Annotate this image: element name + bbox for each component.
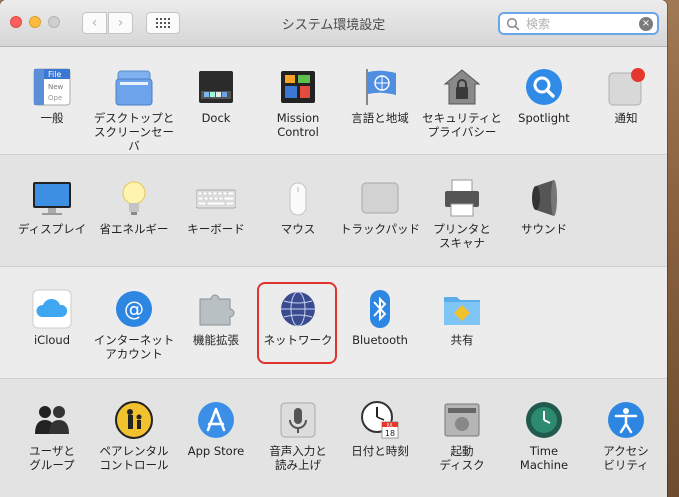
desktop-screensaver-icon — [114, 67, 154, 107]
pane-time-machine[interactable]: Time Machine — [503, 384, 585, 480]
dictation-speech-icon — [278, 400, 318, 440]
accessibility-icon — [606, 400, 646, 440]
pane-internet-accounts[interactable]: @ インターネット アカウント — [93, 273, 175, 369]
pane-startup-disk[interactable]: 起動 ディスク — [421, 384, 503, 480]
time-machine-icon — [524, 400, 564, 440]
pane-notifications[interactable]: 通知 — [585, 51, 667, 147]
pane-label: ディスプレイ — [17, 222, 87, 236]
pane-security-privacy[interactable]: セキュリティと プライバシー — [421, 51, 503, 147]
pane-dictation-speech[interactable]: 音声入力と 読み上げ — [257, 384, 339, 480]
sound-icon — [524, 178, 564, 218]
title-bar: ‹ › システム環境設定 × — [0, 0, 667, 47]
bluetooth-icon — [360, 289, 400, 329]
users-groups-icon — [32, 400, 72, 440]
pane-label: Time Machine — [519, 444, 569, 472]
pane-label: 起動 ディスク — [439, 444, 485, 472]
network-highlight-box — [257, 282, 337, 364]
pane-label: App Store — [187, 444, 245, 458]
pane-label: プリンタと スキャナ — [433, 222, 491, 250]
pane-printers-scanners[interactable]: プリンタと スキャナ — [421, 162, 503, 258]
pane-label: サウンド — [521, 222, 567, 236]
pane-mission-control[interactable]: Mission Control — [257, 51, 339, 147]
pane-dock[interactable]: Dock — [175, 51, 257, 147]
pane-label: 通知 — [614, 111, 638, 125]
pane-parental-controls[interactable]: ペアレンタル コントロール — [93, 384, 175, 480]
app-store-icon — [196, 400, 236, 440]
extensions-icon — [196, 289, 236, 329]
pane-label: 機能拡張 — [193, 333, 239, 347]
pane-icloud[interactable]: iCloud — [11, 273, 93, 369]
language-region-icon — [360, 67, 400, 107]
pane-date-time[interactable]: JUL 18 日付と時刻 — [339, 384, 421, 480]
pane-mouse[interactable]: マウス — [257, 162, 339, 258]
printer-icon — [442, 178, 482, 218]
pane-extensions[interactable]: 機能拡張 — [175, 273, 257, 369]
pane-label: Dock — [201, 111, 231, 125]
pane-label: マウス — [280, 222, 316, 236]
pane-app-store[interactable]: App Store — [175, 384, 257, 480]
search-field[interactable]: × — [498, 12, 659, 35]
pane-trackpad[interactable]: トラックパッド — [339, 162, 421, 258]
sharing-icon — [442, 289, 482, 329]
pane-label: 日付と時刻 — [351, 444, 409, 458]
pane-label: Spotlight — [518, 111, 570, 125]
system-preferences-window: ‹ › システム環境設定 × File New Ope 一般 — [0, 0, 667, 497]
pane-label: キーボード — [187, 222, 245, 236]
svg-text:@: @ — [124, 297, 144, 321]
pane-label: Bluetooth — [352, 333, 408, 347]
pane-users-groups[interactable]: ユーザと グループ — [11, 384, 93, 480]
energy-saver-icon — [114, 178, 154, 218]
trackpad-icon — [360, 178, 400, 218]
notifications-icon — [606, 67, 646, 107]
pane-label: 共有 — [450, 333, 474, 347]
dock-icon — [196, 67, 236, 107]
pane-label: 一般 — [40, 111, 64, 125]
general-icon: File New Ope — [32, 67, 72, 107]
general-icon-open-text: Ope — [48, 94, 62, 102]
pane-energy-saver[interactable]: 省エネルギー — [93, 162, 175, 258]
pane-label: Mission Control — [276, 111, 320, 139]
mission-control-icon — [278, 67, 318, 107]
security-privacy-icon — [442, 67, 482, 107]
icloud-icon — [32, 289, 72, 329]
pane-bluetooth[interactable]: Bluetooth — [339, 273, 421, 369]
pane-label: インターネット アカウント — [93, 333, 175, 361]
pane-label: デスクトップと スクリーンセーバ — [93, 111, 175, 153]
pane-general[interactable]: File New Ope 一般 — [11, 51, 93, 147]
pane-spotlight[interactable]: Spotlight — [503, 51, 585, 147]
pane-desktop-screensaver[interactable]: デスクトップと スクリーンセーバ — [93, 51, 175, 153]
general-icon-new-text: New — [48, 83, 64, 91]
pane-language-region[interactable]: 言語と地域 — [339, 51, 421, 147]
search-input[interactable] — [524, 15, 639, 32]
clear-search-icon[interactable]: × — [639, 16, 653, 31]
pane-label: トラックパッド — [340, 222, 420, 236]
pane-label: 音声入力と 読み上げ — [269, 444, 327, 472]
spotlight-icon — [524, 67, 564, 107]
pane-label: アクセシ ビリティ — [603, 444, 649, 472]
pane-keyboard[interactable]: キーボード — [175, 162, 257, 258]
parental-controls-icon — [114, 400, 154, 440]
pane-label: 省エネルギー — [99, 222, 169, 236]
internet-accounts-icon: @ — [114, 289, 154, 329]
pane-label: セキュリティと プライバシー — [422, 111, 502, 139]
search-icon — [506, 17, 520, 30]
pane-label: iCloud — [33, 333, 71, 347]
calendar-month-text: JUL — [386, 423, 394, 428]
pane-label: ユーザと グループ — [29, 444, 75, 472]
general-icon-file-text: File — [48, 70, 61, 79]
pane-sound[interactable]: サウンド — [503, 162, 585, 258]
calendar-day-text: 18 — [385, 429, 395, 438]
pane-displays[interactable]: ディスプレイ — [11, 162, 93, 258]
startup-disk-icon — [442, 400, 482, 440]
keyboard-icon — [195, 178, 237, 218]
pane-label: ペアレンタル コントロール — [99, 444, 169, 472]
pane-accessibility[interactable]: アクセシ ビリティ — [585, 384, 667, 480]
pane-sharing[interactable]: 共有 — [421, 273, 503, 369]
date-time-icon: JUL 18 — [360, 400, 400, 440]
display-icon — [32, 178, 72, 218]
pane-label: 言語と地域 — [351, 111, 409, 125]
mouse-icon — [278, 178, 318, 218]
